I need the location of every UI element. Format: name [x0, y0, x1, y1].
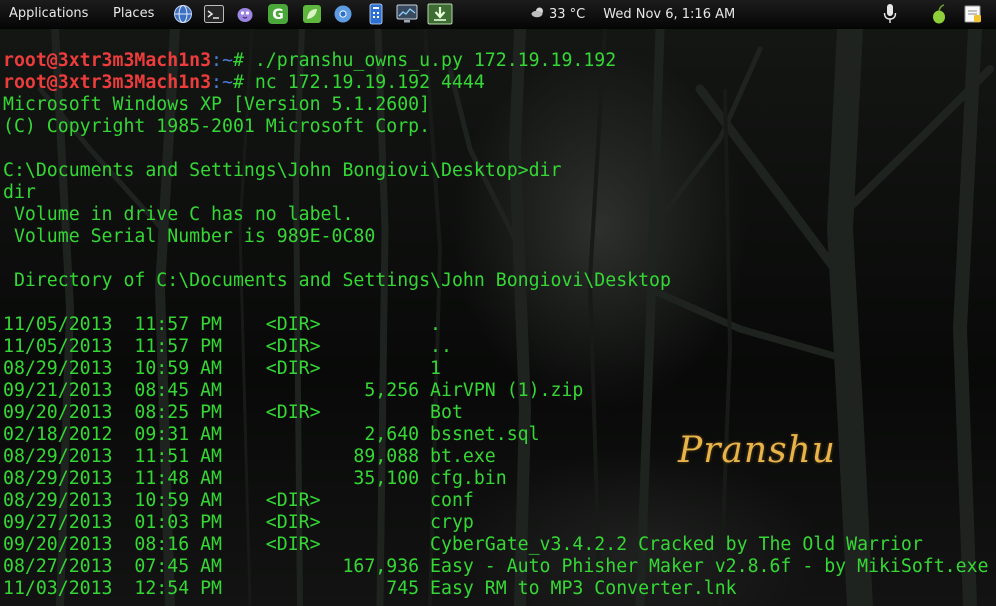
prompt-user: root@3xtr3m3Mach1n3 — [3, 50, 212, 71]
terminal-window[interactable]: root@3xtr3m3Mach1n3:~# ./pranshu_owns_u.… — [0, 29, 996, 606]
terminal-line: root@3xtr3m3Mach1n3:~# ./pranshu_owns_u.… — [3, 50, 988, 72]
terminal-line: 09/21/2013 08:45 AM 5,256 AirVPN (1).zip — [3, 380, 584, 401]
clock-area[interactable]: 33 °C Wed Nov 6, 1:16 AM — [531, 6, 735, 22]
terminal-line: 11/05/2013 11:57 PM <DIR> . — [3, 314, 441, 335]
prompt-command: # ./pranshu_owns_u.py 172.19.19.192 — [232, 50, 617, 71]
terminal-line: Directory of C:\Documents and Settings\J… — [3, 270, 671, 291]
terminal-line: Microsoft Windows XP [Version 5.1.2600] — [3, 94, 431, 115]
terminal-line: 08/27/2013 07:45 AM 167,936 Easy - Auto … — [3, 556, 989, 577]
terminal-line: root@3xtr3m3Mach1n3:~# nc 172.19.19.192 … — [3, 72, 988, 94]
lime-tray-icon[interactable] — [928, 3, 950, 25]
terminal-line: 09/20/2013 08:16 AM <DIR> CyberGate_v3.4… — [3, 534, 923, 555]
terminal-line: 08/29/2013 11:51 AM 89,088 bt.exe — [3, 446, 496, 467]
terminal-line: 08/29/2013 11:48 AM 35,100 cfg.bin — [3, 468, 507, 489]
network-globe-icon[interactable] — [172, 3, 194, 25]
places-menu[interactable]: Places — [113, 6, 154, 21]
prompt-user: root@3xtr3m3Mach1n3 — [3, 72, 212, 93]
weather-temperature: 33 °C — [549, 6, 586, 22]
terminal-line: 08/29/2013 10:59 AM <DIR> conf — [3, 490, 474, 511]
terminal-icon[interactable] — [203, 3, 225, 25]
terminal-line: 11/03/2013 12:54 PM 745 Easy RM to MP3 C… — [3, 578, 737, 599]
prompt-command: # nc 172.19.19.192 4444 — [232, 72, 485, 93]
monitor-icon[interactable] — [396, 3, 418, 25]
download-icon[interactable] — [426, 3, 454, 25]
terminal-line: 09/27/2013 01:03 PM <DIR> cryp — [3, 512, 474, 533]
terminal-line: 11/05/2013 11:57 PM <DIR> .. — [3, 336, 452, 357]
terminal-line: Volume in drive C has no label. — [3, 204, 354, 225]
clock[interactable]: Wed Nov 6, 1:16 AM — [603, 7, 735, 22]
terminal-output[interactable]: root@3xtr3m3Mach1n3:~# ./pranshu_owns_u.… — [3, 50, 988, 600]
chromium-icon[interactable] — [332, 3, 354, 25]
terminal-line: Volume Serial Number is 989E-0C80 — [3, 226, 376, 247]
g-app-icon[interactable]: G — [267, 3, 289, 25]
microphone-icon[interactable] — [879, 3, 901, 25]
top-panel: Applications Places G 33 °C Wed Nov 6, 1… — [0, 0, 996, 29]
terminal-line: dir — [3, 182, 36, 203]
pranshu-watermark: Pranshu — [678, 430, 836, 471]
leaf-icon[interactable] — [301, 3, 323, 25]
pidgin-icon[interactable] — [234, 3, 256, 25]
terminal-line: C:\Documents and Settings\John Bongiovi\… — [3, 160, 562, 181]
applications-menu[interactable]: Applications — [9, 6, 88, 21]
terminal-line: 09/20/2013 08:25 PM <DIR> Bot — [3, 402, 463, 423]
terminal-line: 08/29/2013 10:59 AM <DIR> 1 — [3, 358, 441, 379]
terminal-line: (C) Copyright 1985-2001 Microsoft Corp. — [3, 116, 431, 137]
svg-text:G: G — [272, 7, 284, 23]
terminal-line: 02/18/2012 09:31 AM 2,640 bssnet.sql — [3, 424, 540, 445]
prompt-path: :~ — [211, 50, 233, 71]
remote-icon[interactable] — [365, 3, 387, 25]
notes-tray-icon[interactable] — [962, 3, 984, 25]
prompt-path: :~ — [211, 72, 233, 93]
weather-icon — [531, 6, 545, 22]
